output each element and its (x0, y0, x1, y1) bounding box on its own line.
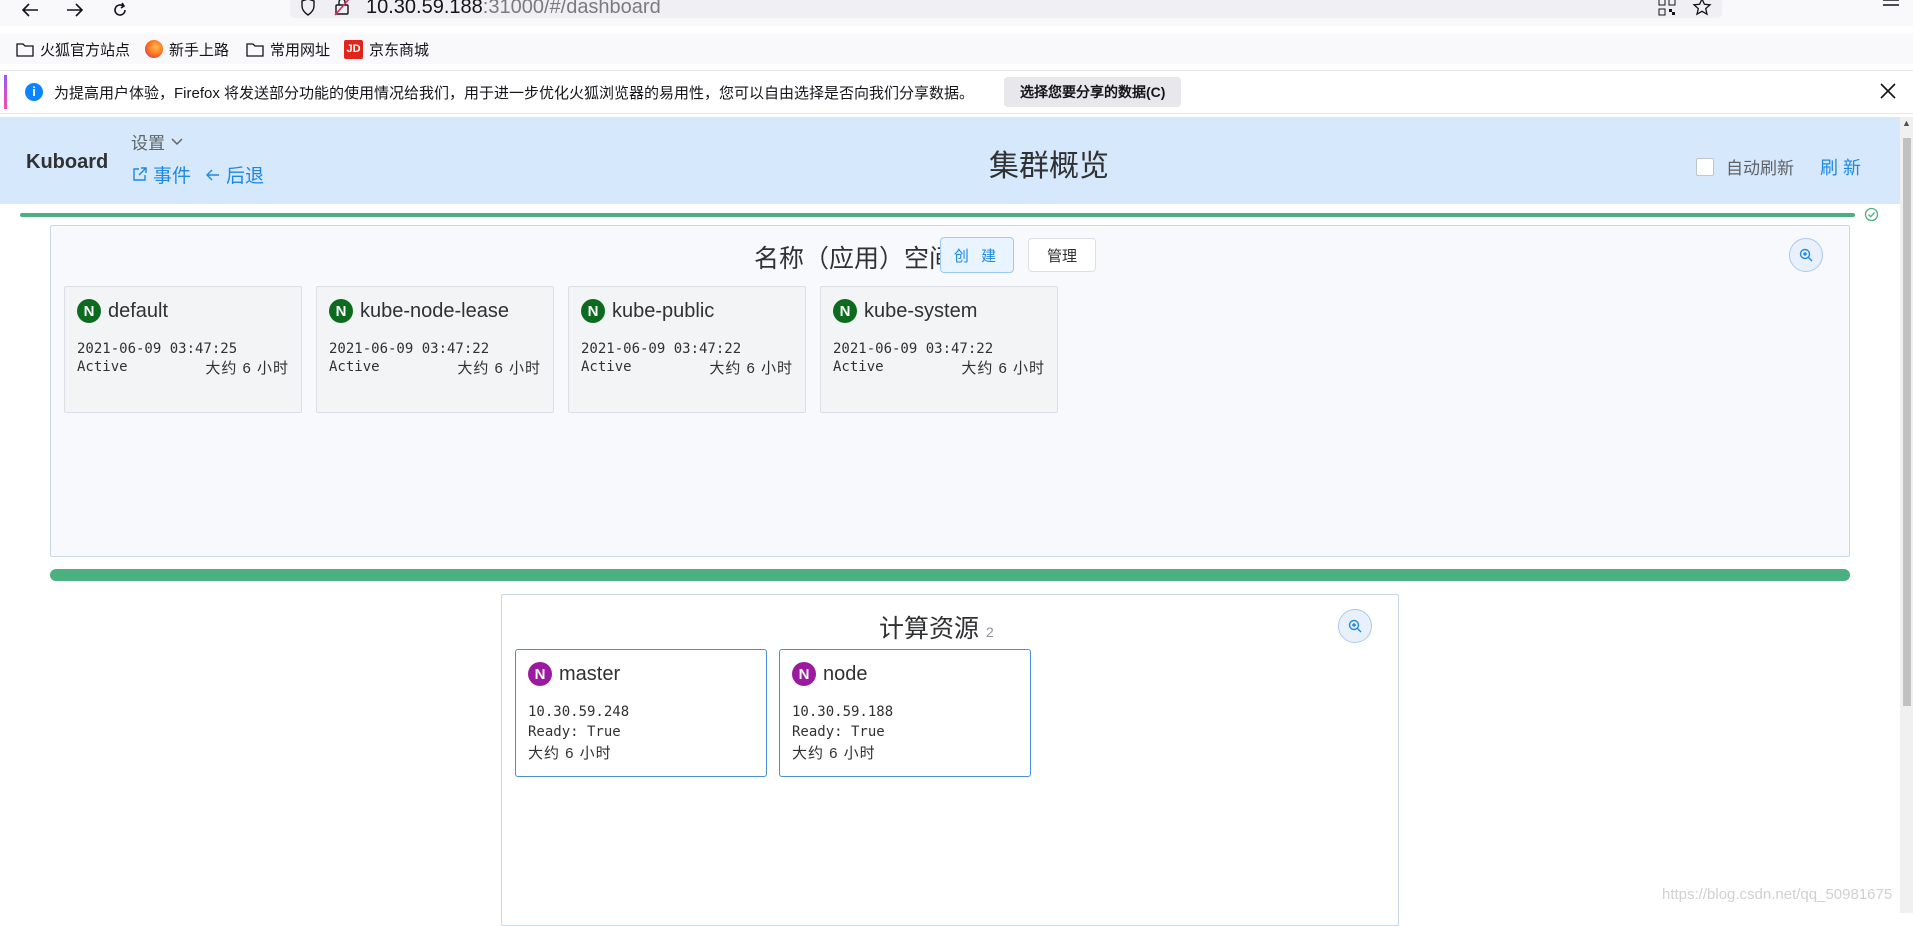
namespace-badge-icon: N (77, 299, 101, 323)
scrollbar-thumb[interactable] (1903, 138, 1911, 706)
bookmark-item[interactable]: 火狐官方站点 (16, 38, 130, 60)
url-host: 10.30.59.188 (366, 0, 483, 18)
reload-icon[interactable] (106, 0, 134, 20)
node-ip: 10.30.59.248 (528, 704, 630, 720)
refresh-button[interactable]: 刷 新 (1820, 154, 1861, 180)
namespace-badge-icon: N (329, 299, 353, 323)
bookmarks-bar: 火狐官方站点 新手上路 常用网址 JD 京东商城 (0, 34, 1913, 64)
notice-accent (4, 75, 7, 109)
namespace-created: 2021-06-09 03:47:22 (581, 341, 742, 357)
url-path: :31000/#/dashboard (482, 0, 661, 18)
node-ready: Ready: True (792, 724, 885, 740)
namespace-name: kube-node-lease (360, 299, 509, 322)
compute-title-text: 计算资源 (879, 615, 980, 643)
bookmark-label: 新手上路 (169, 41, 230, 59)
namespace-status: Active (77, 359, 128, 375)
qr-code-icon[interactable] (1658, 0, 1676, 21)
namespace-card[interactable]: Nkube-system 2021-06-09 03:47:22 Active … (820, 286, 1058, 413)
namespace-age: 大约 6 小时 (205, 360, 289, 377)
namespace-badge-icon: N (833, 299, 857, 323)
node-ip: 10.30.59.188 (792, 704, 894, 720)
check-circle-icon (1864, 207, 1879, 227)
auto-refresh-label: 自动刷新 (1726, 159, 1794, 178)
folder-icon (16, 42, 34, 57)
browser-toolbar: 10.30.59.188:31000/#/dashboard (0, 0, 1913, 26)
node-name: master (559, 662, 621, 685)
bookmark-item[interactable]: 新手上路 (145, 38, 229, 60)
namespace-age: 大约 6 小时 (457, 360, 541, 377)
compute-count: 2 (985, 624, 994, 640)
bookmark-label: 火狐官方站点 (40, 41, 131, 59)
url-text[interactable]: 10.30.59.188:31000/#/dashboard (366, 0, 661, 19)
close-icon[interactable] (1880, 83, 1896, 104)
info-icon: i (25, 83, 43, 101)
namespace-badge-icon: N (581, 299, 605, 323)
namespace-age: 大约 6 小时 (709, 360, 793, 377)
shield-icon[interactable] (300, 0, 316, 21)
node-card[interactable]: Nmaster 10.30.59.248 Ready: True 大约 6 小时 (515, 649, 767, 777)
namespace-panel-title: 名称（应用）空间 (754, 245, 955, 273)
firefox-icon (145, 40, 163, 58)
bookmark-label: 京东商城 (369, 41, 430, 59)
notice-text: 为提高用户体验，Firefox 将发送部分功能的使用情况给我们，用于进一步优化火… (54, 85, 975, 102)
node-badge-icon: N (792, 662, 816, 686)
section-progress-bar (50, 569, 1850, 581)
node-name: node (823, 662, 868, 685)
page-title: 集群概览 (989, 150, 1109, 183)
compute-panel-title: 计算资源 2 (879, 609, 994, 645)
namespace-name: default (108, 299, 169, 322)
insecure-lock-icon[interactable] (334, 0, 350, 21)
bookmark-item[interactable]: JD 京东商城 (344, 38, 429, 60)
node-age: 大约 6 小时 (528, 745, 612, 762)
bookmark-item[interactable]: 常用网址 (246, 38, 330, 60)
watermark: https://blog.csdn.net/qq_50981675 (1662, 886, 1893, 903)
node-card[interactable]: Nnode 10.30.59.188 Ready: True 大约 6 小时 (779, 649, 1031, 777)
node-ready: Ready: True (528, 724, 621, 740)
notification-bar: i 为提高用户体验，Firefox 将发送部分功能的使用情况给我们，用于进一步优… (0, 70, 1913, 114)
menu-icon[interactable] (1882, 0, 1900, 17)
create-namespace-button[interactable]: 创 建 (940, 237, 1014, 273)
namespace-name: kube-public (612, 299, 715, 322)
loading-progress-bar (20, 213, 1855, 217)
jd-icon: JD (344, 39, 363, 59)
forward-arrow-icon[interactable] (61, 0, 89, 20)
namespace-created: 2021-06-09 03:47:22 (329, 341, 490, 357)
node-badge-icon: N (528, 662, 552, 686)
bookmark-star-icon[interactable] (1692, 0, 1712, 22)
namespace-card[interactable]: Nkube-node-lease 2021-06-09 03:47:22 Act… (316, 286, 554, 413)
node-age: 大约 6 小时 (792, 745, 876, 762)
share-data-button[interactable]: 选择您要分享的数据(C) (1004, 77, 1182, 107)
zoom-in-icon[interactable] (1338, 609, 1372, 643)
auto-refresh-toggle[interactable]: 自动刷新 (1696, 154, 1794, 179)
namespace-status: Active (581, 359, 632, 375)
namespace-created: 2021-06-09 03:47:22 (833, 341, 994, 357)
zoom-in-icon[interactable] (1789, 238, 1823, 272)
namespace-card[interactable]: Ndefault 2021-06-09 03:47:25 Active 大约 6… (64, 286, 302, 413)
back-arrow-icon[interactable] (16, 0, 44, 20)
bookmark-label: 常用网址 (270, 41, 331, 59)
namespace-status: Active (833, 359, 884, 375)
url-bar[interactable]: 10.30.59.188:31000/#/dashboard (290, 0, 1722, 18)
namespace-created: 2021-06-09 03:47:25 (77, 341, 238, 357)
auto-refresh-checkbox[interactable] (1696, 157, 1714, 176)
app-header: Kuboard 设置 事件 后退 集群概览 自动刷新 刷 新 (0, 117, 1900, 204)
namespace-name: kube-system (864, 299, 978, 322)
namespace-age: 大约 6 小时 (961, 360, 1045, 377)
scroll-up-arrow-icon[interactable]: ▲ (1900, 118, 1913, 132)
namespace-card[interactable]: Nkube-public 2021-06-09 03:47:22 Active … (568, 286, 806, 413)
folder-icon (246, 42, 264, 57)
namespace-status: Active (329, 359, 380, 375)
manage-namespace-button[interactable]: 管理 (1028, 238, 1096, 272)
